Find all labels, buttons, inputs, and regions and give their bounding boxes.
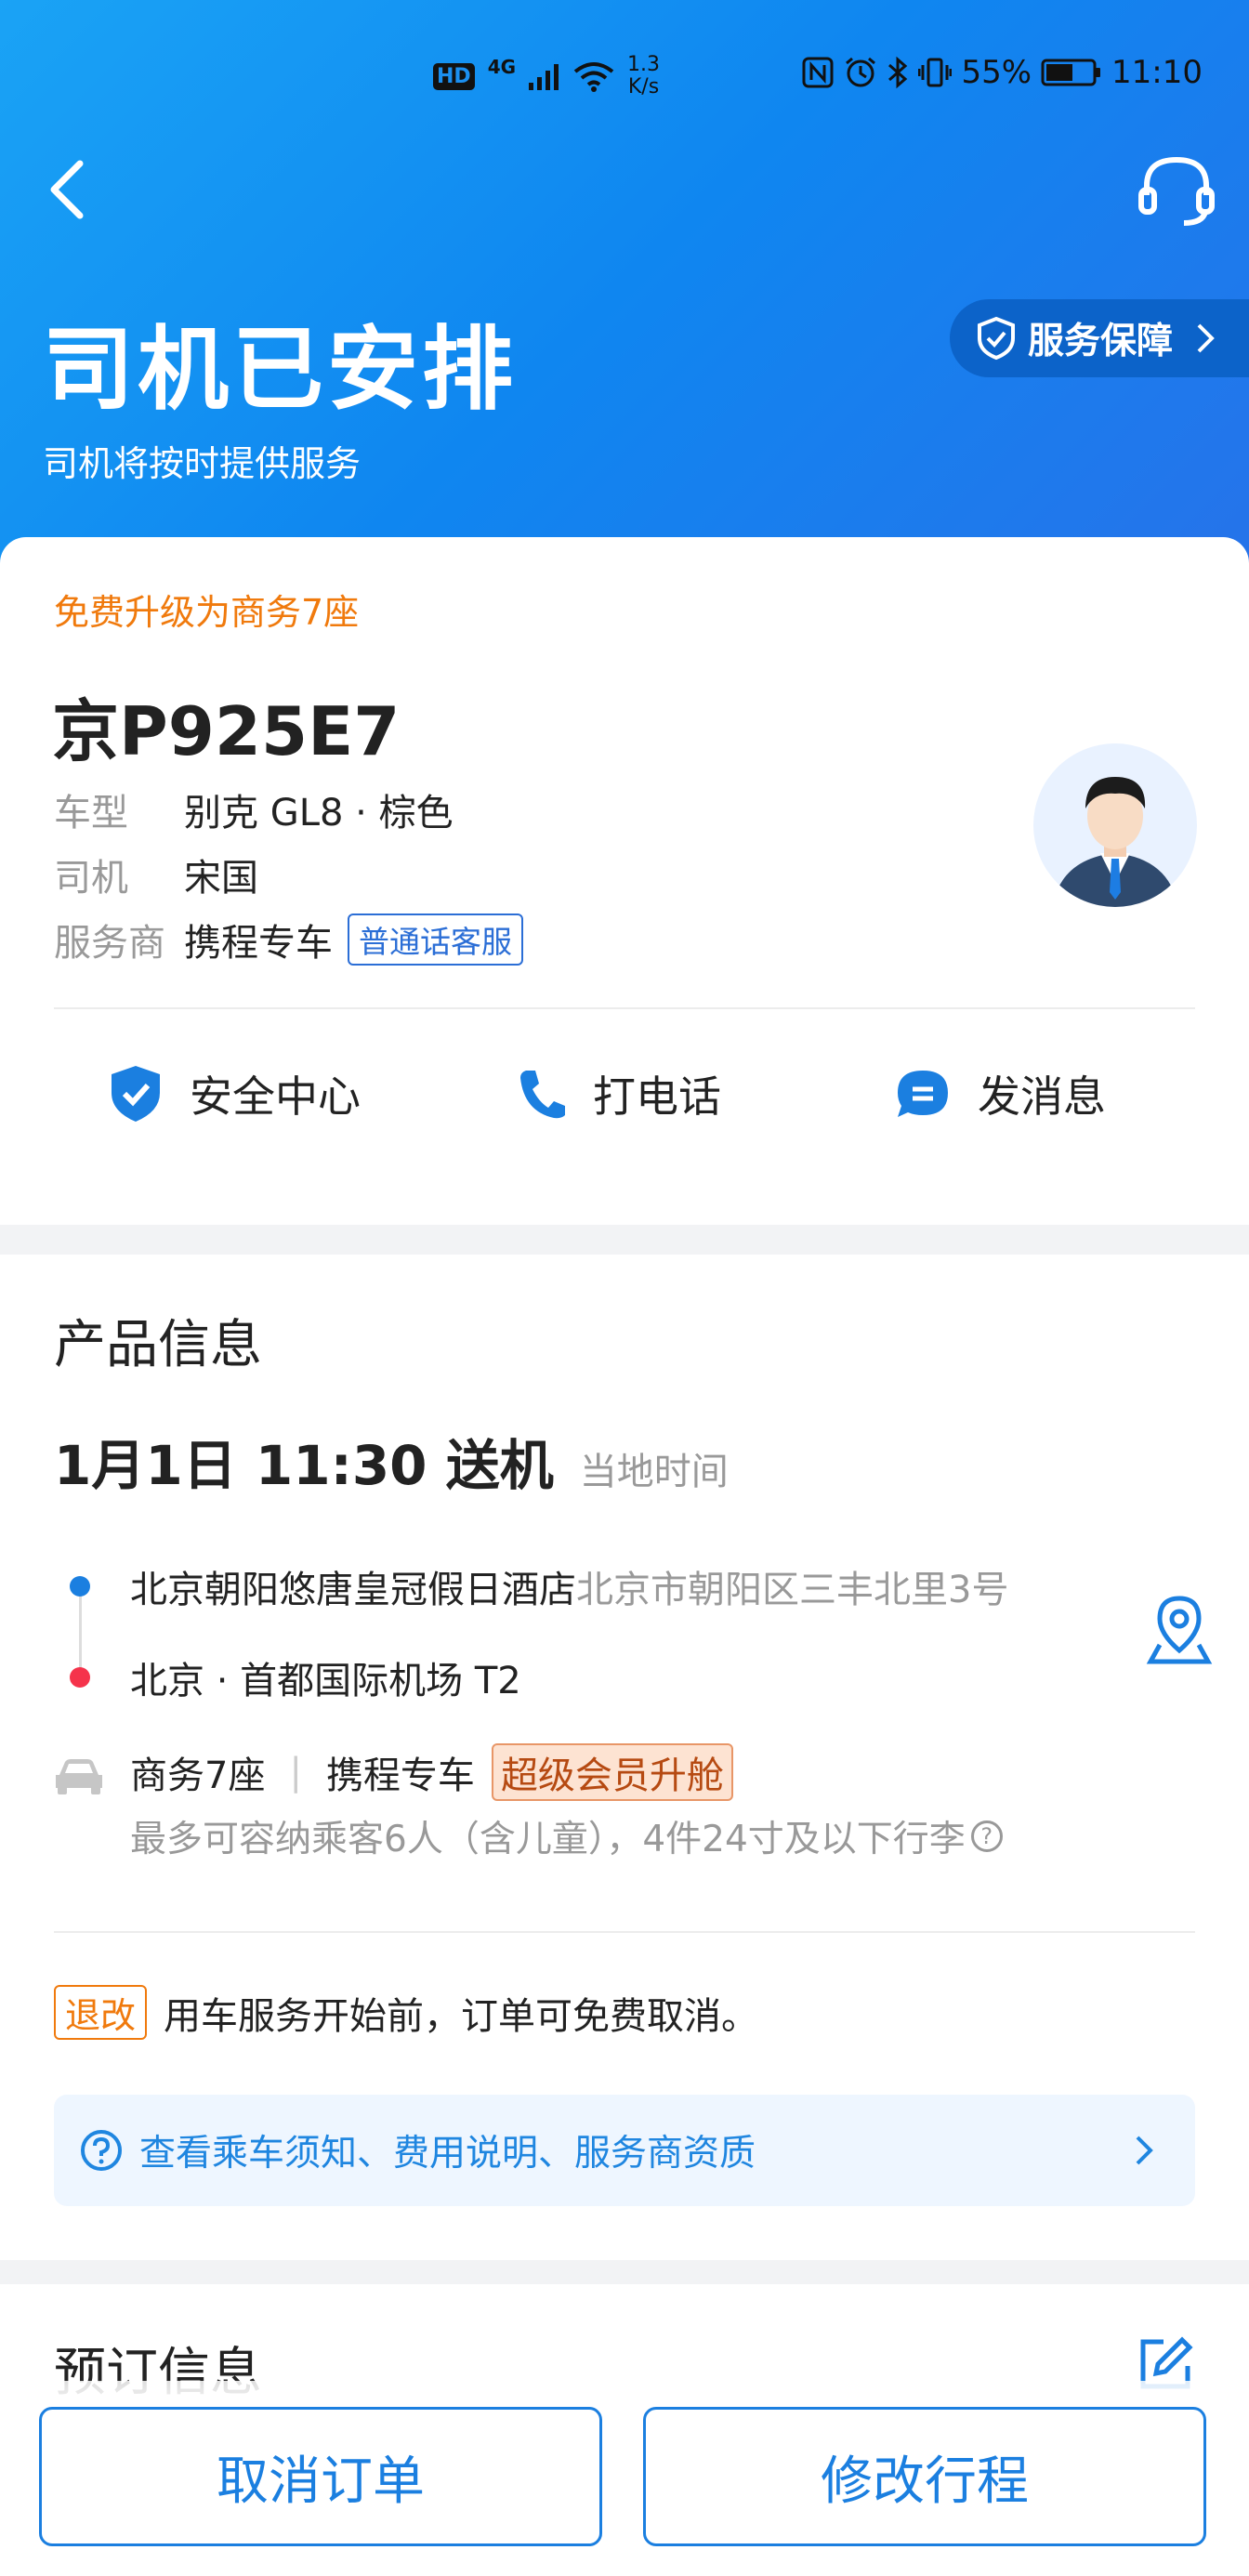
ride-notice-label: 查看乘车须知、费用说明、服务商资质: [139, 2133, 756, 2175]
product-info-card: 产品信息 1月1日 11:30 送机 当地时间 北京朝阳悠唐皇冠假日酒店北京市朝…: [0, 1255, 1249, 2260]
battery-percent: 55%: [961, 54, 1032, 91]
send-message-label: 发消息: [978, 1071, 1106, 1122]
car-class: 商务7座: [130, 1755, 266, 1797]
hd-badge: HD: [433, 62, 475, 90]
card-divider: [54, 1007, 1195, 1009]
message-icon: [898, 1071, 948, 1117]
provider-name: 携程专车: [184, 922, 333, 965]
cancel-order-button[interactable]: 取消订单: [39, 2407, 602, 2546]
network-speed: 1.3 K/s: [627, 54, 660, 99]
status-bar: HD 4G 1.3 K/s 55% 11:10: [0, 48, 1249, 100]
safety-center-label: 安全中心: [190, 1071, 361, 1122]
driver-label: 司机: [54, 857, 128, 900]
status-right: 55% 11:10: [801, 54, 1203, 91]
car-class-row: 商务7座 | 携程专车 超级会员升舱: [130, 1743, 733, 1801]
car-provider: 携程专车: [325, 1755, 475, 1797]
driver-card: 免费升级为商务7座 京P925E7 车型 别克 GL8 · 棕色 司机 宋国 服…: [0, 537, 1249, 1225]
network-type: 4G: [487, 56, 517, 78]
vip-upgrade-tag: 超级会员升舱: [491, 1743, 733, 1801]
service-guarantee-label: 服务保障: [1028, 321, 1174, 362]
bluetooth-icon: [888, 56, 908, 89]
driver-name: 宋国: [184, 857, 258, 900]
shield-check-icon: [978, 316, 1015, 361]
cancel-policy-text: 用车服务开始前，订单可免费取消。: [164, 1994, 759, 2038]
speed-unit: K/s: [627, 75, 660, 99]
back-icon[interactable]: [41, 156, 97, 223]
modify-trip-button[interactable]: 修改行程: [643, 2407, 1206, 2546]
page-title: 司机已安排: [43, 317, 518, 423]
local-time-label: 当地时间: [579, 1451, 729, 1493]
help-icon[interactable]: ?: [970, 1820, 1003, 1852]
bottom-action-bar: 取消订单 修改行程: [0, 2381, 1249, 2576]
battery-icon: [1041, 59, 1101, 86]
service-guarantee-button[interactable]: 服务保障: [950, 299, 1249, 377]
header: HD 4G 1.3 K/s 55% 11:10 司机已安排 司机将按时提供服务 …: [0, 0, 1249, 576]
call-driver-label: 打电话: [593, 1071, 721, 1122]
customer-service-icon[interactable]: [1136, 152, 1217, 229]
clock: 11:10: [1111, 54, 1203, 91]
upgrade-notice: 免费升级为商务7座: [54, 592, 360, 633]
wifi-icon: [573, 62, 614, 92]
provider-row: 服务商 携程专车 普通话客服: [54, 913, 523, 966]
destination-dot: [70, 1667, 90, 1688]
ride-notice-link[interactable]: 查看乘车须知、费用说明、服务商资质: [54, 2095, 1195, 2206]
signal-icon: [529, 64, 559, 90]
car-icon: [56, 1759, 102, 1794]
trip-time-value: 1月1日 11:30 送机: [54, 1434, 554, 1497]
alarm-icon: [846, 57, 876, 87]
trip-time: 1月1日 11:30 送机 当地时间: [54, 1422, 729, 1500]
car-model-label: 车型: [54, 792, 128, 835]
driver-avatar-image: [1052, 777, 1178, 907]
driver-actions: 安全中心 打电话 发消息: [0, 1022, 1249, 1171]
page-subtitle: 司机将按时提供服务: [43, 443, 362, 484]
driver-row: 司机 宋国: [54, 848, 258, 901]
map-location-icon[interactable]: [1145, 1593, 1214, 1667]
nfc-icon: [802, 57, 834, 88]
call-driver-button[interactable]: 打电话: [517, 1063, 721, 1124]
origin-address: 北京市朝阳区三丰北里3号: [576, 1569, 1009, 1611]
separator: |: [289, 1751, 302, 1794]
status-left: HD 4G 1.3 K/s: [433, 54, 660, 99]
route-line: [79, 1587, 82, 1671]
capacity-text: 最多可容纳乘客6人（含儿童），4件24寸及以下行李: [130, 1819, 966, 1860]
origin-name: 北京朝阳悠唐皇冠假日酒店: [130, 1569, 576, 1611]
mandarin-service-tag: 普通话客服: [348, 913, 523, 966]
chevron-right-icon: [1197, 323, 1215, 353]
origin-dot: [70, 1576, 90, 1597]
driver-avatar: [1033, 743, 1197, 907]
origin: 北京朝阳悠唐皇冠假日酒店北京市朝阳区三丰北里3号: [130, 1559, 1008, 1613]
send-message-button[interactable]: 发消息: [894, 1063, 1106, 1124]
section-divider: [54, 1931, 1195, 1933]
chevron-right-icon: [1136, 2136, 1153, 2165]
provider-label: 服务商: [54, 922, 165, 965]
refund-tag: 退改: [54, 1985, 148, 2040]
license-plate: 京P925E7: [52, 692, 401, 770]
car-model-row: 车型 别克 GL8 · 棕色: [54, 782, 454, 836]
question-circle-icon: [81, 2130, 122, 2171]
cancel-policy: 退改 用车服务开始前，订单可免费取消。: [54, 1985, 758, 2040]
phone-icon: [520, 1071, 565, 1119]
destination: 北京 · 首都国际机场 T2: [130, 1660, 521, 1702]
speed-value: 1.3: [627, 53, 661, 76]
safety-center-button[interactable]: 安全中心: [108, 1063, 361, 1124]
capacity-row: 最多可容纳乘客6人（含儿童），4件24寸及以下行李 ?: [130, 1810, 1003, 1862]
product-info-title: 产品信息: [54, 1315, 262, 1375]
shield-check-icon: [112, 1066, 160, 1122]
car-model-value: 别克 GL8 · 棕色: [184, 792, 454, 835]
vibrate-icon: [918, 58, 953, 87]
